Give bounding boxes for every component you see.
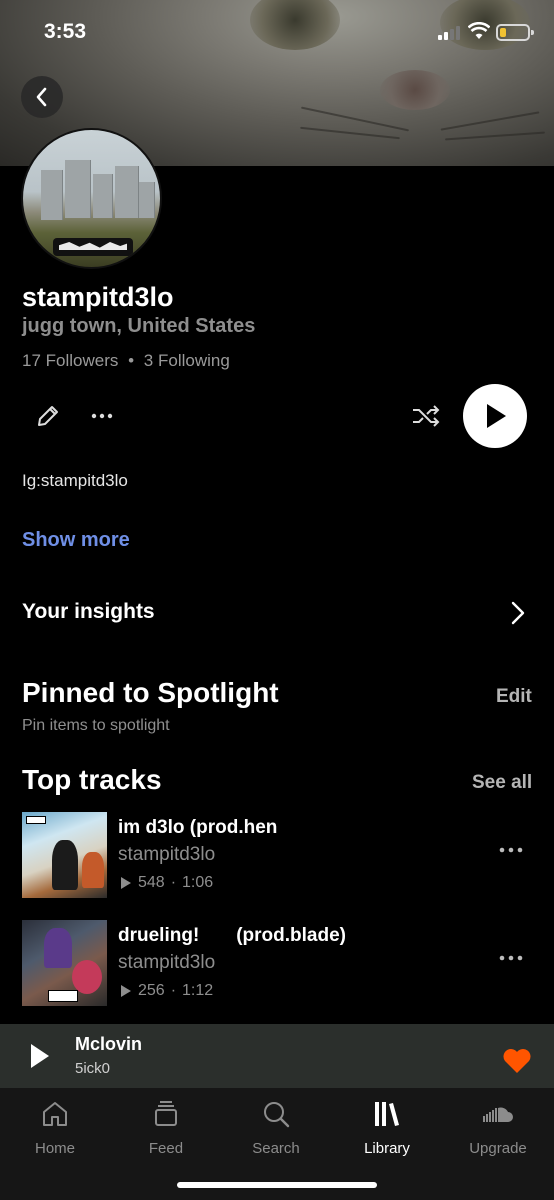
play-count-icon bbox=[121, 877, 131, 889]
status-time: 3:53 bbox=[44, 20, 87, 43]
track-title: drueling! (prod.blade) bbox=[118, 925, 346, 946]
more-dots-icon bbox=[91, 413, 113, 419]
track-stats: 548 · 1:06 bbox=[120, 874, 213, 892]
followers-link[interactable]: 17 Followers bbox=[22, 351, 118, 370]
track-artist: stampitd3lo bbox=[118, 952, 216, 973]
see-all-button[interactable]: See all bbox=[472, 772, 532, 794]
pinned-spotlight-title: Pinned to Spotlight bbox=[22, 677, 279, 708]
track-plays: 548 bbox=[138, 874, 165, 891]
track-plays: 256 bbox=[138, 982, 165, 999]
signal-icon bbox=[438, 26, 462, 40]
tab-home[interactable]: Home bbox=[10, 1098, 100, 1168]
follow-stats: 17 Followers • 3 Following bbox=[22, 351, 230, 371]
pencil-icon bbox=[38, 406, 58, 426]
track-row[interactable]: im d3lo (prod.hen stampitd3lo 548 · 1:06 bbox=[22, 812, 532, 898]
shuffle-button[interactable] bbox=[406, 398, 446, 434]
tab-label: Upgrade bbox=[469, 1140, 527, 1157]
shuffle-icon bbox=[413, 405, 440, 427]
heart-icon[interactable] bbox=[502, 1048, 532, 1074]
status-bar: 3:53 bbox=[0, 0, 554, 66]
mini-player[interactable]: Mclovin 5ick0 bbox=[0, 1024, 554, 1088]
chevron-right-icon[interactable] bbox=[506, 598, 530, 628]
track-artwork bbox=[22, 920, 107, 1006]
soundcloud-icon bbox=[483, 1107, 513, 1122]
following-link[interactable]: 3 Following bbox=[144, 351, 230, 370]
follow-separator: • bbox=[128, 351, 135, 370]
avatar[interactable] bbox=[21, 128, 162, 269]
search-icon bbox=[264, 1102, 290, 1128]
show-more-link[interactable]: Show more bbox=[22, 529, 130, 552]
tab-feed[interactable]: Feed bbox=[121, 1098, 211, 1168]
library-icon bbox=[375, 1102, 399, 1126]
more-options-button[interactable] bbox=[86, 398, 118, 434]
battery-icon bbox=[496, 24, 534, 41]
home-indicator bbox=[177, 1182, 377, 1188]
top-tracks-title: Top tracks bbox=[22, 764, 162, 795]
tab-label: Library bbox=[364, 1140, 410, 1157]
track-more-icon[interactable] bbox=[498, 948, 524, 968]
stats-dot: · bbox=[170, 982, 177, 999]
mini-player-title: Mclovin bbox=[75, 1034, 143, 1054]
tab-upgrade[interactable]: Upgrade bbox=[453, 1098, 543, 1168]
track-artist: stampitd3lo bbox=[118, 844, 216, 865]
stats-dot: · bbox=[170, 874, 177, 891]
mini-player-play-icon[interactable] bbox=[28, 1042, 52, 1070]
play-count-icon bbox=[121, 985, 131, 997]
spotlight-edit-button[interactable]: Edit bbox=[496, 686, 532, 708]
track-row[interactable]: drueling! (prod.blade) stampitd3lo 256 ·… bbox=[22, 920, 532, 1006]
play-profile-button[interactable] bbox=[463, 384, 527, 448]
your-insights-row[interactable]: Your insights bbox=[22, 600, 155, 624]
chevron-left-icon bbox=[36, 87, 47, 107]
tab-label: Feed bbox=[148, 1140, 184, 1157]
profile-bio: Ig:stampitd3lo bbox=[22, 471, 128, 490]
wifi-icon bbox=[468, 22, 490, 39]
back-button[interactable] bbox=[21, 76, 63, 118]
play-icon bbox=[487, 404, 506, 428]
track-artwork bbox=[22, 812, 107, 898]
track-more-icon[interactable] bbox=[498, 840, 524, 860]
pinned-spotlight-subtitle: Pin items to spotlight bbox=[22, 717, 170, 734]
tab-search[interactable]: Search bbox=[231, 1098, 321, 1168]
edit-profile-button[interactable] bbox=[30, 398, 66, 434]
home-icon bbox=[43, 1102, 67, 1126]
profile-location: jugg town, United States bbox=[22, 315, 256, 337]
track-duration: 1:06 bbox=[182, 874, 214, 891]
tab-label: Search bbox=[252, 1140, 300, 1157]
tab-label: Home bbox=[34, 1140, 75, 1157]
profile-username: stampitd3lo bbox=[22, 282, 174, 312]
feed-icon bbox=[155, 1101, 177, 1126]
track-stats: 256 · 1:12 bbox=[120, 982, 213, 1000]
mini-player-artist: 5ick0 bbox=[75, 1060, 111, 1077]
track-title: im d3lo (prod.hen bbox=[118, 817, 278, 838]
tab-library[interactable]: Library bbox=[342, 1098, 432, 1168]
track-duration: 1:12 bbox=[182, 982, 214, 999]
